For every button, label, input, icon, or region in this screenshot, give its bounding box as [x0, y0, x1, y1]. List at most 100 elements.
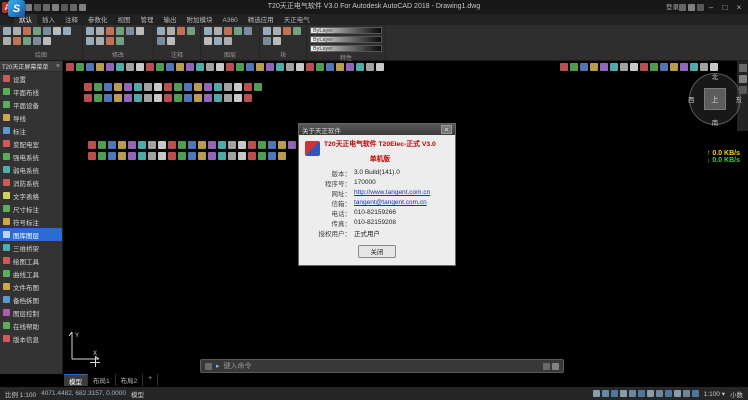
viewcube[interactable]: 北 南 西 东 上 — [686, 70, 744, 128]
toolbar-icon[interactable] — [33, 37, 41, 45]
dialog-title-bar[interactable]: 关于天正软件 × — [299, 124, 455, 135]
palette-item[interactable]: 版本信息 — [0, 332, 62, 345]
layout-tab[interactable]: + — [143, 374, 158, 386]
toolbar-icon[interactable] — [124, 94, 132, 102]
toolbar-icon[interactable] — [248, 141, 256, 149]
toolbar-icon[interactable] — [214, 37, 222, 45]
toolbar-icon[interactable] — [266, 63, 274, 71]
toolbar-icon[interactable] — [660, 63, 668, 71]
toolbar-icon[interactable] — [144, 94, 152, 102]
toolbar-icon[interactable] — [148, 152, 156, 160]
toolbar-icon[interactable] — [234, 83, 242, 91]
toolbar-icon[interactable] — [96, 37, 104, 45]
ribbon-tab[interactable]: 视图 — [113, 13, 136, 25]
toolbar-icon[interactable] — [116, 27, 124, 35]
toolbar-icon[interactable] — [214, 83, 222, 91]
panel-label-block[interactable]: 块 — [263, 49, 303, 60]
palette-item[interactable]: 在线帮助 — [0, 319, 62, 332]
toolbar-icon[interactable] — [620, 390, 627, 397]
toolbar-icon[interactable] — [650, 63, 658, 71]
toolbar-icon[interactable] — [124, 83, 132, 91]
toolbar-icon[interactable] — [224, 94, 232, 102]
layout-tab[interactable]: 布局1 — [88, 374, 116, 386]
toolbar-icon[interactable] — [224, 83, 232, 91]
panel-label-modify[interactable]: 修改 — [86, 49, 150, 60]
toolbar-icon[interactable] — [94, 94, 102, 102]
toolbar-icon[interactable] — [263, 37, 271, 45]
toolbar-icon[interactable] — [258, 152, 266, 160]
layout-tab[interactable]: 模型 — [64, 374, 88, 386]
viewcube-top-face[interactable]: 上 — [704, 88, 726, 110]
toolbar-icon[interactable] — [216, 63, 224, 71]
toolbar-icon[interactable] — [697, 4, 704, 11]
toolbar-icon[interactable] — [244, 94, 252, 102]
palette-item[interactable]: 图层控制 — [0, 306, 62, 319]
toolbar-icon[interactable] — [246, 63, 254, 71]
toolbar-icon[interactable] — [61, 4, 68, 11]
toolbar-icon[interactable] — [43, 4, 50, 11]
toolbar-icon[interactable] — [263, 27, 271, 35]
toolbar-icon[interactable] — [273, 37, 281, 45]
toolbar-icon[interactable] — [629, 390, 636, 397]
toolbar-icon[interactable] — [326, 63, 334, 71]
toolbar-icon[interactable] — [226, 63, 234, 71]
toolbar-icon[interactable] — [296, 63, 304, 71]
dialog-close-icon[interactable]: × — [441, 125, 452, 134]
palette-item[interactable]: 文件布图 — [0, 280, 62, 293]
toolbar-icon[interactable] — [134, 83, 142, 91]
palette-item[interactable]: 平面布线 — [0, 85, 62, 98]
toolbar-icon[interactable] — [138, 141, 146, 149]
toolbar-icon[interactable] — [688, 4, 695, 11]
toolbar-icon[interactable] — [166, 63, 174, 71]
toolbar-icon[interactable] — [94, 83, 102, 91]
maximize-button[interactable]: □ — [718, 1, 732, 14]
toolbar-icon[interactable] — [167, 37, 175, 45]
toolbar-icon[interactable] — [206, 63, 214, 71]
palette-item[interactable]: 标注 — [0, 124, 62, 137]
toolbar-icon[interactable] — [174, 94, 182, 102]
toolbar-icon[interactable] — [118, 152, 126, 160]
toolbar-icon[interactable] — [98, 152, 106, 160]
toolbar-icon[interactable] — [98, 141, 106, 149]
toolbar-icon[interactable] — [238, 141, 246, 149]
toolbar-icon[interactable] — [184, 83, 192, 91]
toolbar-icon[interactable] — [96, 63, 104, 71]
toolbar-icon[interactable] — [543, 363, 550, 370]
palette-item[interactable]: 弱电系统 — [0, 163, 62, 176]
toolbar-icon[interactable] — [560, 63, 568, 71]
toolbar-icon[interactable] — [34, 4, 41, 11]
command-input[interactable]: 键入命令 — [224, 361, 539, 371]
palette-item[interactable]: 强电系统 — [0, 150, 62, 163]
toolbar-icon[interactable] — [244, 83, 252, 91]
ribbon-tab[interactable]: 输出 — [159, 13, 182, 25]
units-control[interactable]: 小数 — [730, 389, 743, 399]
ribbon-tab[interactable]: 插入 — [37, 13, 60, 25]
toolbar-icon[interactable] — [665, 390, 672, 397]
toolbar-icon[interactable] — [144, 83, 152, 91]
toolbar-icon[interactable] — [638, 390, 645, 397]
toolbar-icon[interactable] — [128, 152, 136, 160]
toolbar-icon[interactable] — [157, 27, 165, 35]
toolbar-icon[interactable] — [178, 141, 186, 149]
toolbar-icon[interactable] — [256, 63, 264, 71]
toolbar-icon[interactable] — [79, 4, 86, 11]
panel-label-properties[interactable]: 特性 — [310, 52, 382, 63]
toolbar-icon[interactable] — [692, 390, 699, 397]
viewcube-west-label[interactable]: 西 — [688, 94, 695, 104]
panel-label-layers[interactable]: 图层 — [204, 49, 256, 60]
toolbar-icon[interactable] — [43, 27, 51, 35]
palette-item[interactable]: 设置 — [0, 72, 62, 85]
toolbar-icon[interactable] — [96, 27, 104, 35]
toolbar-icon[interactable] — [620, 63, 628, 71]
toolbar-icon[interactable] — [234, 27, 242, 35]
toolbar-icon[interactable] — [114, 94, 122, 102]
toolbar-icon[interactable] — [176, 63, 184, 71]
ribbon-tab[interactable]: 精选应用 — [243, 13, 279, 25]
toolbar-icon[interactable] — [204, 37, 212, 45]
toolbar-icon[interactable] — [670, 63, 678, 71]
signin-label[interactable]: 登录 — [666, 1, 679, 14]
toolbar-icon[interactable] — [552, 363, 559, 370]
toolbar-icon[interactable] — [238, 152, 246, 160]
toolbar-icon[interactable] — [224, 27, 232, 35]
toolbar-icon[interactable] — [208, 152, 216, 160]
